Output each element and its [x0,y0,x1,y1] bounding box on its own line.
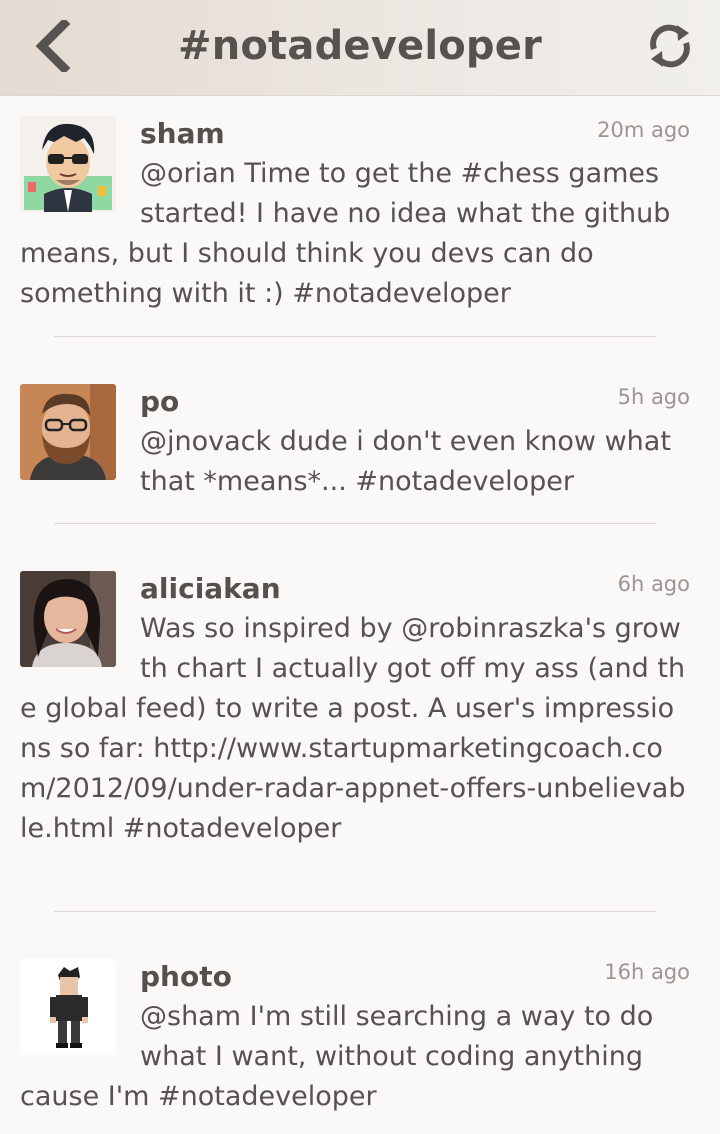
post-timestamp: 6h ago [617,572,690,596]
post-username[interactable]: sham [20,114,690,154]
pixel-character-icon [20,959,116,1055]
post-timestamp: 16h ago [604,960,690,984]
page-title: #notadeveloper [177,23,543,69]
post-item: photo 16h ago @sham I'm still searching … [0,912,720,1134]
bearded-man-photo-icon [20,384,116,480]
cartoon-avatar-icon [20,116,116,212]
post-item: po 5h ago @jnovack dude i don't even kno… [0,337,720,523]
post-timestamp: 20m ago [597,118,690,142]
refresh-icon [650,24,690,68]
post-text: @sham I'm still searching a way to do wh… [20,1001,654,1112]
avatar-photo[interactable] [20,959,116,1055]
post-item: aliciakan 6h ago Was so inspired by @rob… [0,524,720,911]
woman-photo-icon [20,571,116,667]
post-username[interactable]: aliciakan [20,569,690,609]
post-feed: sham 20m ago @orian Time to get the #che… [0,96,720,1134]
post-text: @orian Time to get the #chess games star… [20,158,671,309]
post-username[interactable]: photo [20,957,690,997]
post-timestamp: 5h ago [617,385,690,409]
refresh-button[interactable] [642,18,698,74]
avatar-aliciakan[interactable] [20,571,116,667]
post-username[interactable]: po [20,382,690,422]
avatar-po[interactable] [20,384,116,480]
post-item: sham 20m ago @orian Time to get the #che… [0,96,720,336]
avatar-sham[interactable] [20,116,116,212]
post-text: @jnovack dude i don't even know what tha… [140,426,671,497]
post-text: Was so inspired by @robinraszka's growth… [20,613,686,844]
header-bar: #notadeveloper [0,0,720,96]
